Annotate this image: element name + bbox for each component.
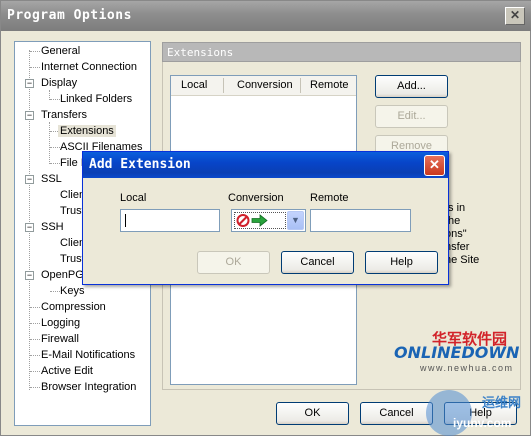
tree-item-email-notifications[interactable]: E-Mail Notifications: [39, 348, 137, 362]
section-header-title: Extensions: [167, 46, 234, 59]
close-button[interactable]: ✕: [505, 7, 525, 25]
column-header-remote[interactable]: Remote: [310, 79, 349, 91]
no-conversion-icon: [236, 214, 268, 227]
tree-item-openpgp[interactable]: OpenPG: [39, 268, 86, 282]
tree-item-browser-integration[interactable]: Browser Integration: [39, 380, 138, 394]
tree-item-logging[interactable]: Logging: [39, 316, 82, 330]
collapse-icon[interactable]: −: [25, 175, 34, 184]
dialog-body: Local Conversion Remote ▼ OK Cancel Help: [86, 178, 445, 282]
tree-item-active-edit[interactable]: Active Edit: [39, 364, 95, 378]
remote-label: Remote: [310, 192, 349, 204]
chevron-down-icon[interactable]: ▼: [287, 211, 304, 230]
column-header-conversion[interactable]: Conversion: [237, 79, 293, 91]
edit-button[interactable]: Edit...: [375, 105, 448, 128]
column-divider[interactable]: [223, 78, 224, 93]
dialog-ok-button[interactable]: OK: [197, 251, 270, 274]
collapse-icon[interactable]: −: [25, 223, 34, 232]
conversion-selected-value: [234, 212, 286, 229]
collapse-icon[interactable]: −: [25, 111, 34, 120]
dialog-close-button[interactable]: ✕: [424, 155, 445, 176]
tree-item-general[interactable]: General: [39, 44, 82, 58]
remote-input[interactable]: [310, 209, 411, 232]
text-caret: [125, 214, 126, 227]
tree-item-keys[interactable]: Keys: [58, 284, 86, 298]
list-header: Local Conversion Remote: [171, 76, 356, 96]
conversion-label: Conversion: [228, 192, 284, 204]
collapse-icon[interactable]: −: [25, 271, 34, 280]
tree-item-transfers[interactable]: Transfers: [39, 108, 89, 122]
dialog-cancel-button[interactable]: Cancel: [281, 251, 354, 274]
collapse-icon[interactable]: −: [25, 79, 34, 88]
local-input[interactable]: [120, 209, 220, 232]
column-header-local[interactable]: Local: [181, 79, 207, 91]
dialog-title-bar[interactable]: Add Extension ✕: [83, 152, 448, 178]
tree-item-extensions[interactable]: Extensions: [58, 124, 116, 138]
window-title: Program Options: [7, 8, 132, 23]
section-header: Extensions: [162, 42, 521, 62]
dialog-help-button[interactable]: Help: [365, 251, 438, 274]
add-extension-dialog: Add Extension ✕ Local Conversion Remote …: [82, 151, 449, 285]
cancel-button[interactable]: Cancel: [360, 402, 433, 425]
conversion-select[interactable]: ▼: [231, 209, 306, 232]
tree-item-internet-connection[interactable]: Internet Connection: [39, 60, 139, 74]
help-button[interactable]: Help: [444, 402, 517, 425]
description-line: he Site: [445, 254, 480, 266]
tree-item-ssl[interactable]: SSL: [39, 172, 64, 186]
add-button[interactable]: Add...: [375, 75, 448, 98]
tree-item-linked-folders[interactable]: Linked Folders: [58, 92, 134, 106]
ok-button[interactable]: OK: [276, 402, 349, 425]
tree-guide-line: [49, 122, 50, 164]
tree-item-firewall[interactable]: Firewall: [39, 332, 81, 346]
column-divider[interactable]: [300, 78, 301, 93]
title-bar[interactable]: Program Options ✕: [1, 1, 531, 31]
dialog-title: Add Extension: [89, 157, 191, 172]
tree-item-ssh[interactable]: SSH: [39, 220, 66, 234]
local-label: Local: [120, 192, 147, 204]
tree-item-compression[interactable]: Compression: [39, 300, 108, 314]
tree-item-display[interactable]: Display: [39, 76, 79, 90]
